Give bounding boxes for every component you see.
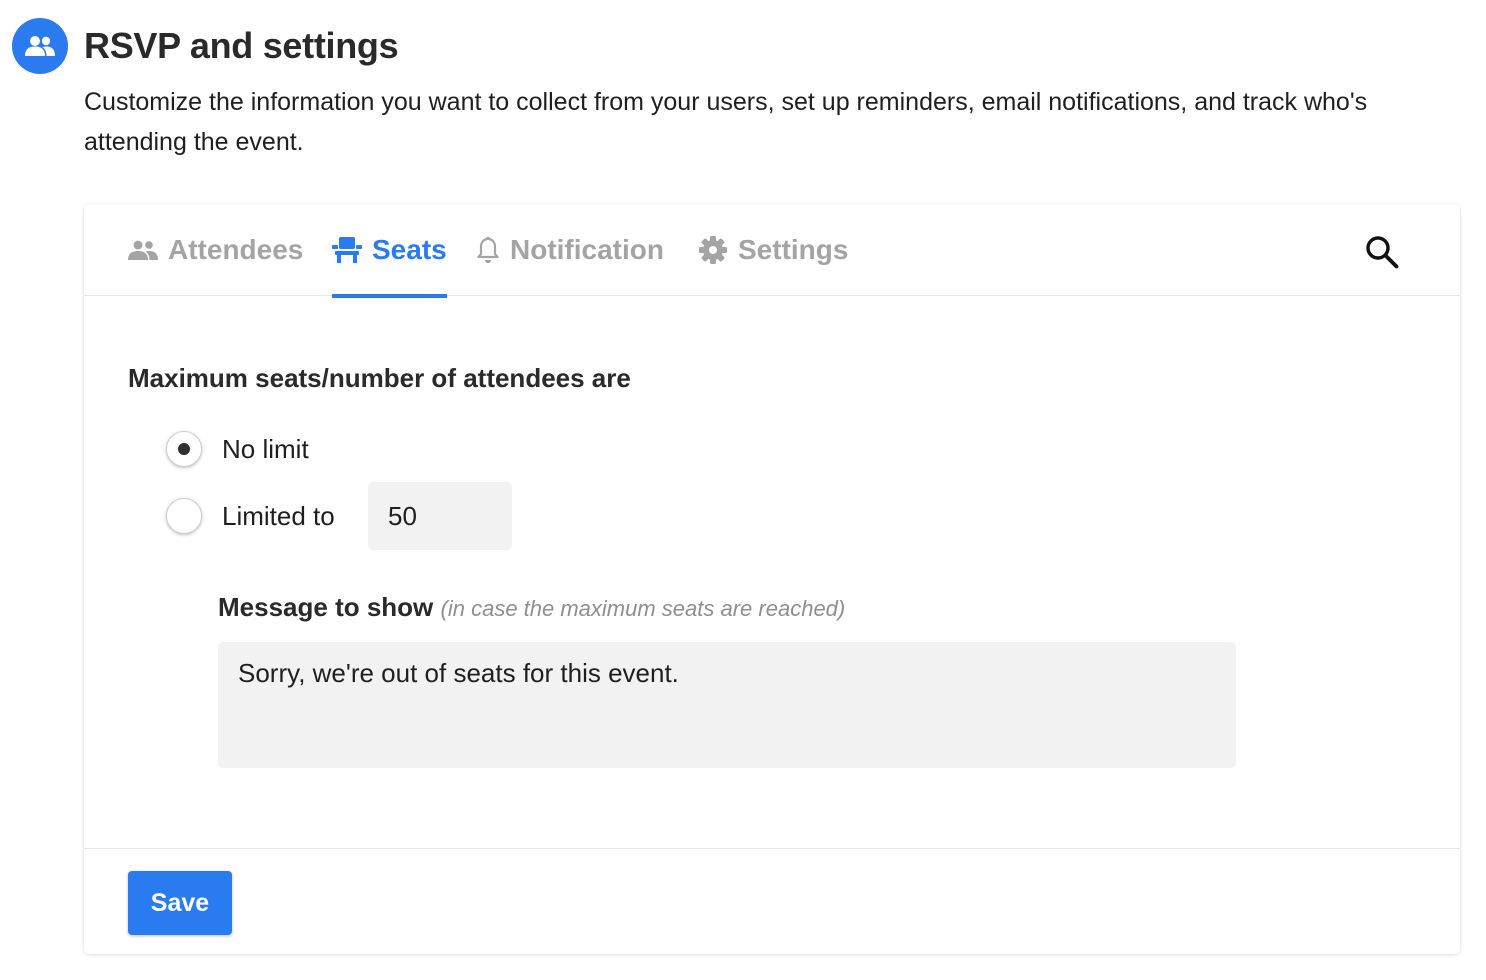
no-limit-label: No limit — [222, 433, 309, 464]
save-button[interactable]: Save — [128, 871, 232, 935]
page-description: Customize the information you want to co… — [84, 88, 1368, 156]
page-title: RSVP and settings — [84, 25, 399, 66]
tab-attendees[interactable]: Attendees — [128, 204, 303, 296]
seat-icon — [332, 236, 362, 264]
gear-icon — [698, 235, 728, 265]
search-button[interactable] — [1362, 232, 1402, 272]
limited-to-label: Limited to — [222, 500, 335, 531]
card-footer: Save — [84, 848, 1460, 954]
radio-selected-dot — [178, 443, 190, 455]
tab-bar: Attendees Seats Notification Settings — [84, 204, 1460, 298]
tab-seats-label: Seats — [372, 234, 447, 265]
tab-attendees-label: Attendees — [168, 234, 304, 265]
message-label: Message to show (in case the maximum sea… — [218, 590, 845, 626]
no-limit-radio[interactable] — [166, 431, 202, 467]
rsvp-card: Attendees Seats Notification Settings Ma… — [84, 204, 1460, 954]
message-label-text: Message to show — [218, 592, 434, 622]
max-seats-heading: Maximum seats/number of attendees are — [128, 363, 631, 393]
no-limit-option[interactable]: No limit — [166, 431, 309, 467]
bell-icon — [476, 236, 500, 264]
tab-seats[interactable]: Seats — [332, 204, 447, 298]
tab-settings-label: Settings — [738, 234, 849, 265]
limited-to-option[interactable]: Limited to — [166, 498, 335, 534]
limited-to-radio[interactable] — [166, 498, 202, 534]
tab-settings[interactable]: Settings — [698, 204, 848, 296]
search-icon — [1366, 236, 1399, 269]
seat-limit-input[interactable] — [368, 482, 512, 550]
message-label-hint: (in case the maximum seats are reached) — [440, 596, 846, 621]
message-textarea[interactable]: Sorry, we're out of seats for this event… — [218, 642, 1236, 768]
people-icon — [128, 240, 158, 260]
header-people-icon — [12, 18, 68, 74]
people-icon — [25, 36, 55, 56]
tab-notification-label: Notification — [510, 234, 664, 265]
tab-notification[interactable]: Notification — [476, 204, 664, 296]
